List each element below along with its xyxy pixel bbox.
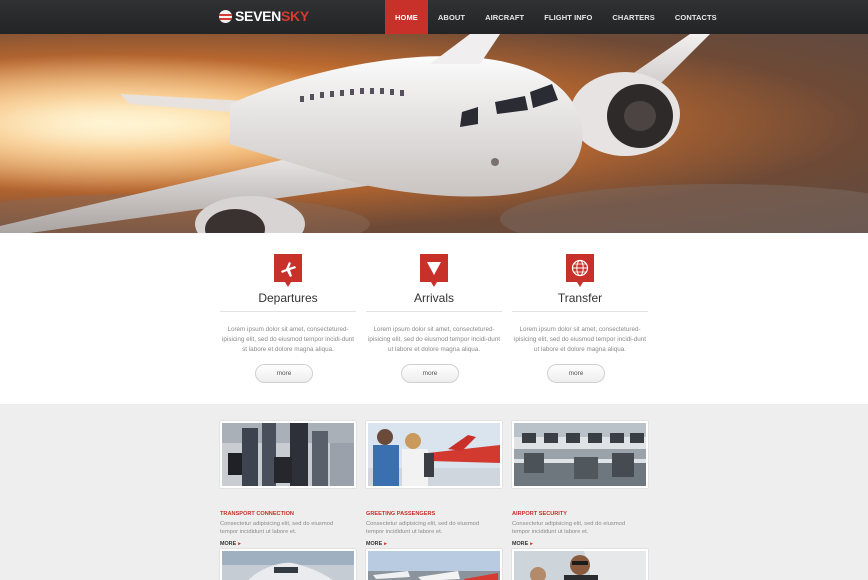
down-arrow-icon: [420, 254, 448, 287]
hero-airplane-image: [0, 34, 868, 233]
aircraft-nose-photo[interactable]: [220, 549, 356, 580]
arrow-right-icon: ▸: [238, 541, 241, 547]
nav-aircraft[interactable]: AIRCRAFT: [475, 0, 534, 34]
top-navigation-bar: SEVENSKY HOME ABOUT AIRCRAFT FLIGHT INFO…: [0, 0, 868, 34]
card-description: Consectetur adipisicing elit, sed do eiu…: [512, 521, 626, 535]
brand-logo[interactable]: SEVENSKY: [219, 8, 309, 24]
card-title: GREETING PASSENGERS: [366, 511, 436, 517]
main-menu: HOME ABOUT AIRCRAFT FLIGHT INFO CHARTERS…: [385, 0, 727, 34]
nav-about[interactable]: ABOUT: [428, 0, 475, 34]
divider: [512, 311, 648, 312]
card-title: AIRPORT SECURITY: [512, 511, 568, 517]
card-description: Consectetur adipisicing elit, sed do eiu…: [366, 521, 480, 535]
nav-charters[interactable]: CHARTERS: [602, 0, 664, 34]
arrow-right-icon: ▸: [384, 541, 387, 547]
nav-contacts[interactable]: CONTACTS: [665, 0, 727, 34]
nav-home[interactable]: HOME: [385, 0, 428, 34]
service-title: Arrivals: [413, 291, 454, 305]
business-traveler-photo[interactable]: [512, 549, 648, 580]
card-more-link[interactable]: MORE ▸: [220, 541, 241, 547]
divider: [220, 311, 356, 312]
news-gallery-section: TRANSPORT CONNECTION Consectetur adipisi…: [0, 404, 868, 580]
nav-flight-info[interactable]: FLIGHT INFO: [534, 0, 602, 34]
more-button[interactable]: more: [255, 364, 313, 383]
more-button[interactable]: more: [547, 364, 605, 383]
more-button[interactable]: more: [401, 364, 459, 383]
service-title: Transfer: [557, 291, 603, 305]
services-section: Departures Lorem ipsum dolor sit amet, c…: [0, 233, 868, 404]
service-description: Lorem ipsum dolor sit amet, consecteture…: [222, 326, 354, 353]
arrow-right-icon: ▸: [530, 541, 533, 547]
card-title: TRANSPORT CONNECTION: [220, 511, 294, 517]
card-description: Consectetur adipisicing elit, sed do eiu…: [220, 521, 334, 535]
airport-apron-photo[interactable]: [366, 549, 502, 580]
globe-icon: [566, 254, 594, 287]
logo-emblem-icon: [219, 9, 232, 23]
card-more-link[interactable]: MORE ▸: [512, 541, 533, 547]
service-description: Lorem ipsum dolor sit amet, consecteture…: [368, 326, 500, 353]
service-title: Departures: [258, 291, 318, 305]
greeting-photo[interactable]: [366, 421, 502, 488]
hero-slider: [0, 34, 868, 233]
divider: [366, 311, 502, 312]
transport-photo[interactable]: [220, 421, 356, 488]
airplane-icon: [274, 254, 302, 287]
card-more-link[interactable]: MORE ▸: [366, 541, 387, 547]
service-description: Lorem ipsum dolor sit amet, consecteture…: [514, 326, 646, 353]
logo-text: SEVENSKY: [235, 8, 309, 24]
security-photo[interactable]: [512, 421, 648, 488]
